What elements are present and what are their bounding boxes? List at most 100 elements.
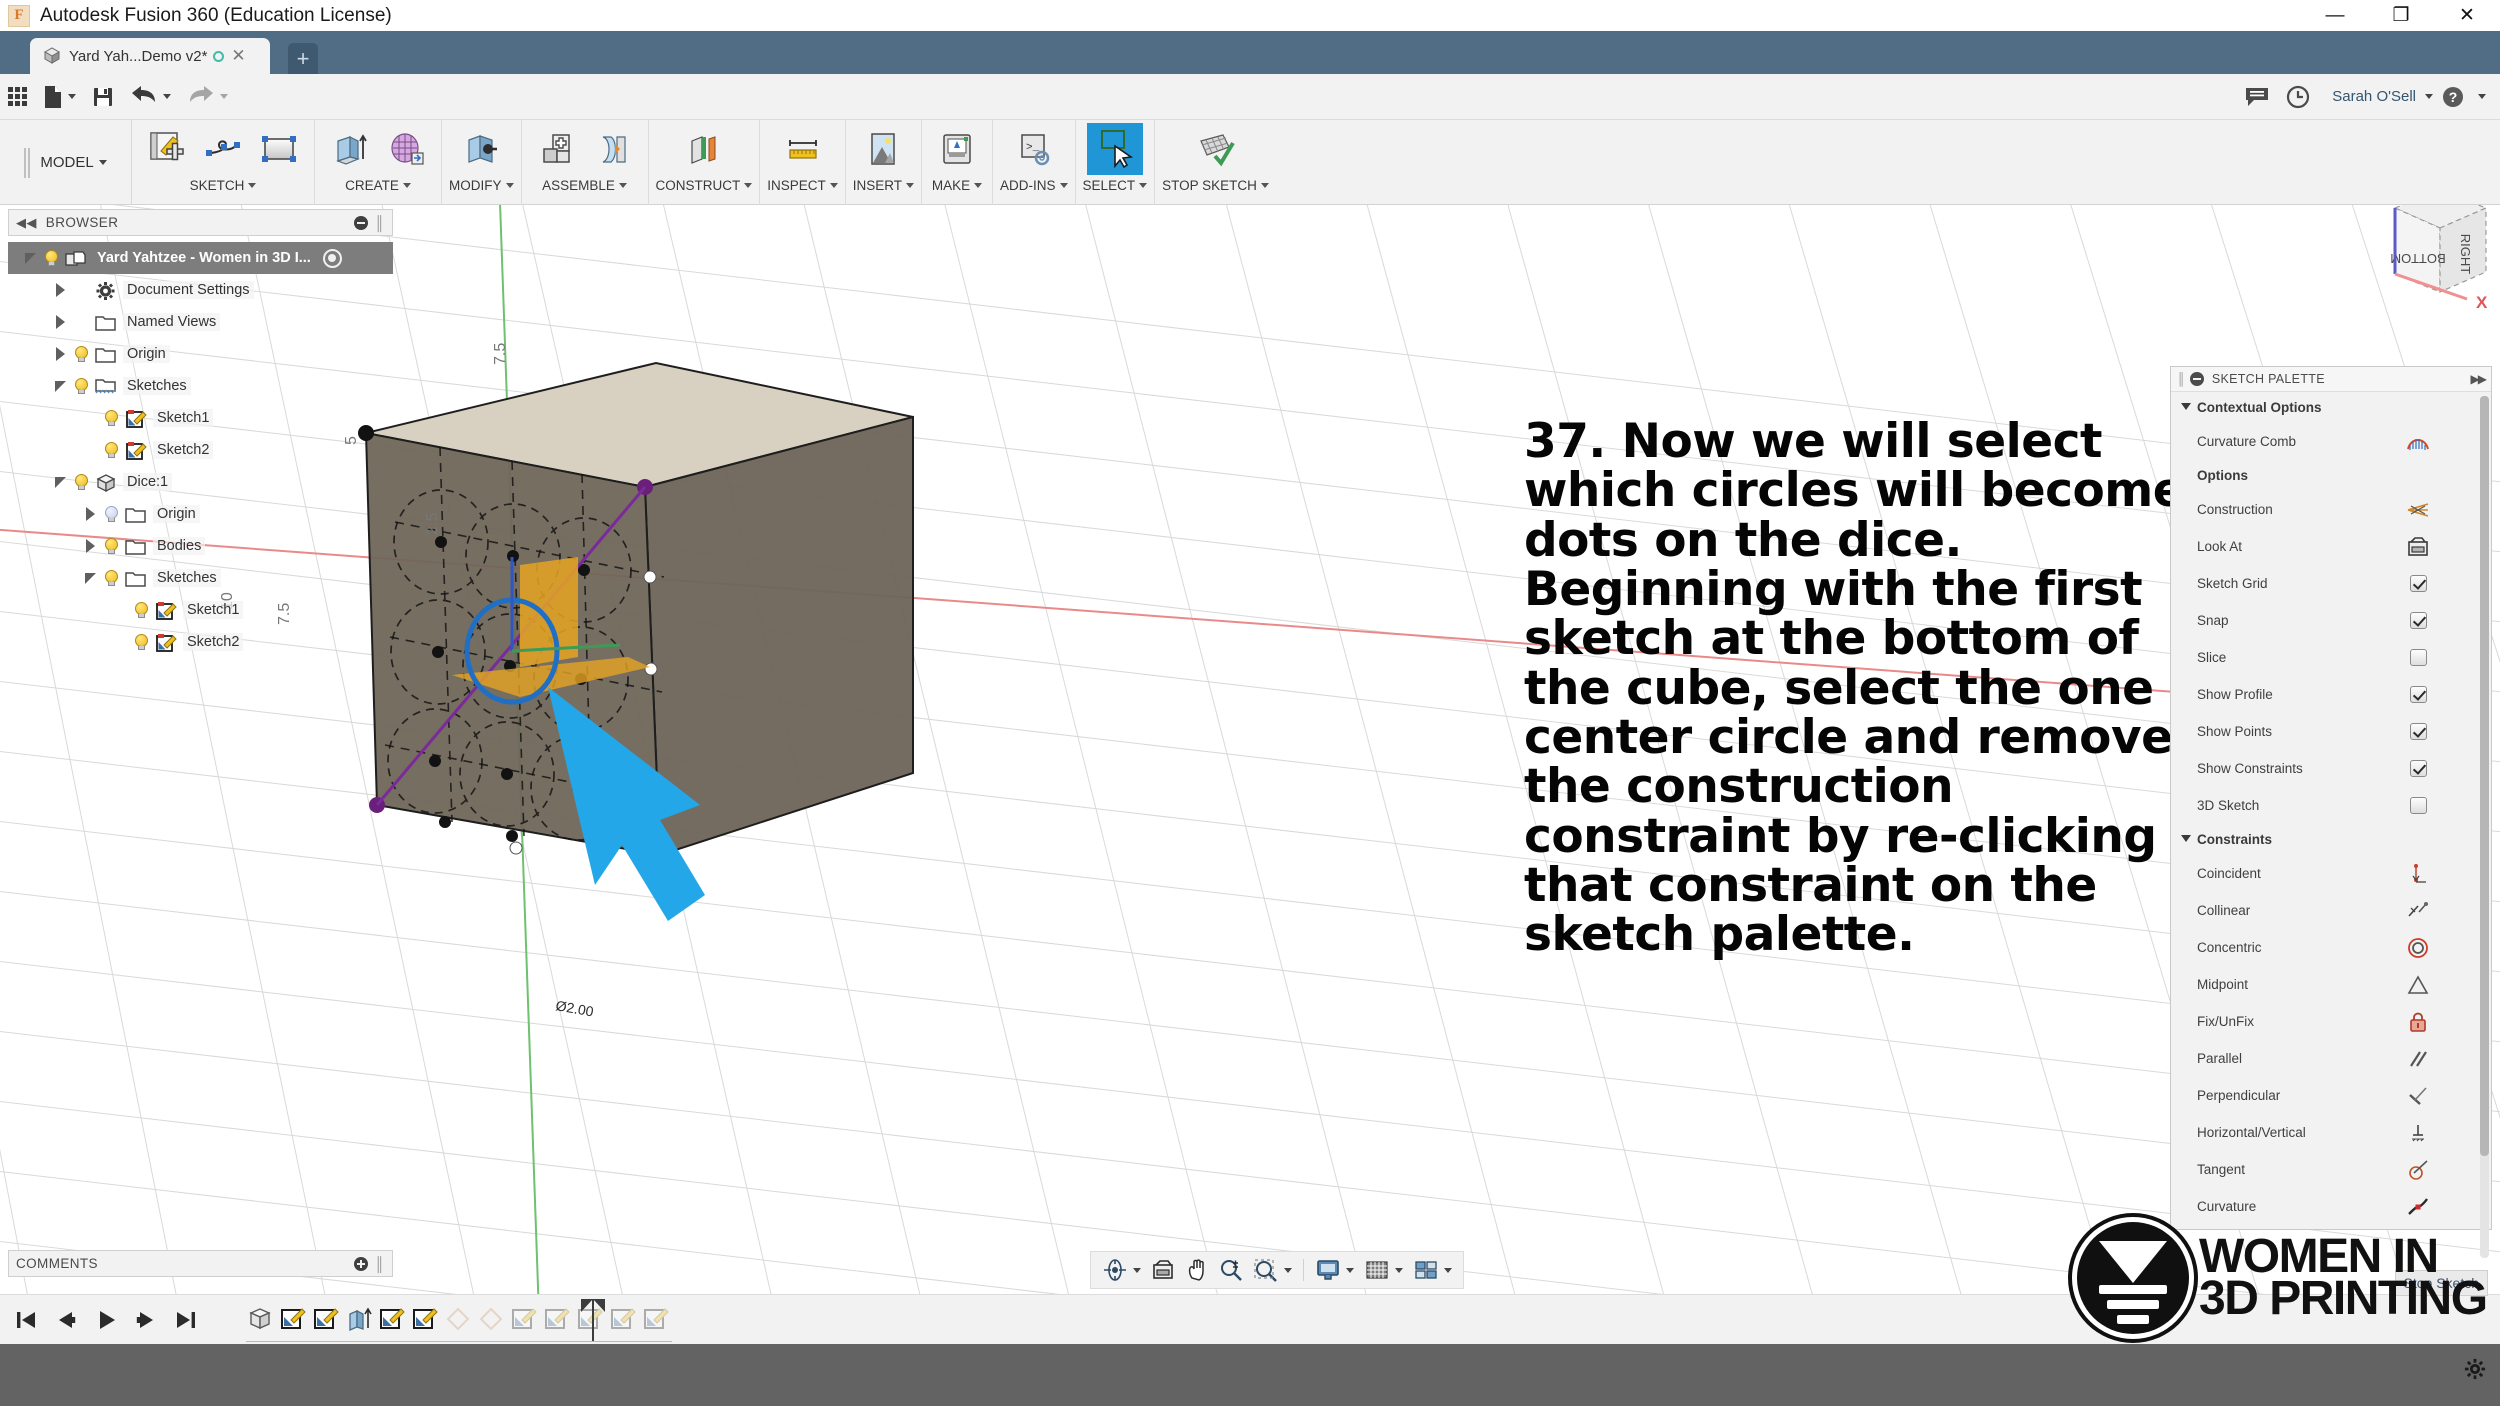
visibility-bulb-icon[interactable] [103,441,120,460]
timeline-feature-item[interactable] [279,1305,309,1335]
viewports-button[interactable] [1408,1255,1457,1285]
comments-button[interactable] [2236,74,2278,120]
chevron-right-icon[interactable] [52,314,69,331]
new-component-button[interactable] [529,123,585,175]
browser-tree-item[interactable]: Origin [8,338,393,370]
skip-to-start-icon[interactable] [14,1308,38,1332]
timeline-feature-item[interactable] [246,1305,276,1335]
pan-button[interactable] [1180,1255,1214,1285]
palette-option-row[interactable]: Curvature [2171,1188,2491,1225]
minus-circle-icon[interactable] [2189,372,2204,386]
orbit-button[interactable] [1097,1255,1146,1285]
timeline-feature-item[interactable] [345,1305,375,1335]
insert-image-button[interactable] [855,123,911,175]
timeline-feature-item[interactable] [312,1305,342,1335]
checkbox[interactable] [2399,649,2437,666]
lock-icon[interactable] [2399,1011,2437,1033]
palette-option-row[interactable]: Curvature Comb [2171,423,2491,460]
ribbon-group-addins-label[interactable]: ADD-INS [1000,178,1068,193]
display-settings-button[interactable] [1310,1255,1359,1285]
rectangle-button[interactable] [251,123,307,175]
palette-option-row[interactable]: Fix/UnFix [2171,1003,2491,1040]
minimize-button[interactable]: — [2302,0,2368,31]
palette-option-row[interactable]: Show Profile [2171,676,2491,713]
workspace-selector[interactable]: MODEL [0,120,132,205]
curvature-comb-icon[interactable] [2399,432,2437,452]
close-button[interactable]: ✕ [2434,0,2500,31]
minus-circle-icon[interactable] [353,215,368,230]
palette-option-row[interactable]: Slice [2171,639,2491,676]
chevron-down-icon[interactable] [2425,94,2433,99]
grid-snaps-button[interactable] [1359,1255,1408,1285]
collinear-icon[interactable] [2399,900,2437,922]
visibility-bulb-icon[interactable] [133,633,150,652]
play-icon[interactable] [94,1308,118,1332]
zoom-button[interactable] [1214,1255,1248,1285]
browser-tree-item[interactable]: Sketch2 [8,626,393,658]
comments-panel[interactable]: COMMENTS ║ [8,1250,393,1277]
app-grid-button[interactable] [0,74,35,120]
palette-option-row[interactable]: Tangent [2171,1151,2491,1188]
file-menu-button[interactable] [35,74,84,120]
visibility-bulb-icon[interactable] [73,345,90,364]
browser-tree-item[interactable]: Origin [8,498,393,530]
scripts-addins-button[interactable]: >_ [1006,123,1062,175]
curvature-icon[interactable] [2399,1196,2437,1218]
extrude-button[interactable] [322,123,378,175]
chevron-down-icon[interactable] [52,474,69,491]
palette-option-row[interactable]: Collinear [2171,892,2491,929]
timeline-feature-item[interactable] [477,1305,507,1335]
ribbon-group-insert-label[interactable]: INSERT [853,178,915,193]
select-button[interactable] [1086,123,1143,175]
ribbon-group-modify-label[interactable]: MODIFY [449,178,514,193]
coincident-icon[interactable] [2399,863,2437,885]
visibility-bulb-icon[interactable] [103,537,120,556]
browser-tree-item[interactable]: Bodies [8,530,393,562]
timeline-feature-item[interactable] [510,1305,540,1335]
visibility-bulb-icon[interactable] [43,249,60,268]
plus-circle-icon[interactable] [353,1256,368,1271]
spline-button[interactable] [195,123,251,175]
palette-option-row[interactable]: Look At [2171,528,2491,565]
step-back-icon[interactable] [54,1308,78,1332]
collapse-icon[interactable]: ◀◀ [16,215,37,231]
palette-section-header[interactable]: Options [2171,460,2491,491]
palette-option-row[interactable]: Show Points [2171,713,2491,750]
checkbox[interactable] [2399,723,2437,740]
timeline-features[interactable] [246,1305,672,1342]
gear-icon[interactable] [2464,1358,2486,1380]
document-tab[interactable]: Yard Yah...Demo v2* ✕ [30,38,270,74]
timeline-feature-item[interactable] [543,1305,573,1335]
maximize-button[interactable]: ❐ [2368,0,2434,31]
look-at-button[interactable] [1146,1255,1180,1285]
ribbon-group-create-label[interactable]: CREATE [345,178,411,193]
help-button[interactable]: ? [2433,74,2473,120]
ribbon-group-inspect-label[interactable]: INSPECT [767,178,838,193]
redo-button[interactable] [179,74,236,120]
joint-button[interactable] [585,123,641,175]
checkbox[interactable] [2399,612,2437,629]
browser-tree-item[interactable]: Named Views [8,306,393,338]
palette-option-row[interactable]: Midpoint [2171,966,2491,1003]
browser-tree[interactable]: Yard Yahtzee - Women in 3D I... Document … [8,236,393,658]
palette-option-row[interactable]: Concentric [2171,929,2491,966]
browser-tree-item[interactable]: Sketch1 [8,402,393,434]
visibility-bulb-icon[interactable] [103,505,120,524]
horizontal-vertical-icon[interactable] [2399,1122,2437,1144]
checkbox[interactable] [2399,797,2437,814]
checkbox[interactable] [2399,575,2437,592]
palette-option-row[interactable]: Show Constraints [2171,750,2491,787]
timeline-feature-item[interactable] [444,1305,474,1335]
new-tab-button[interactable]: + [288,43,318,74]
ribbon-group-make-label[interactable]: MAKE [932,178,983,193]
ribbon-group-stop-sketch-label[interactable]: STOP SKETCH [1162,178,1269,193]
panel-grip[interactable]: ║ [2177,372,2186,386]
browser-tree-item[interactable]: Dice:1 [8,466,393,498]
timeline-feature-item[interactable] [411,1305,441,1335]
expand-icon[interactable]: ▶▶ [2471,372,2488,386]
palette-option-row[interactable]: Parallel [2171,1040,2491,1077]
ribbon-group-sketch-label[interactable]: SKETCH [190,178,257,193]
create-sketch-button[interactable] [139,123,195,175]
visibility-bulb-icon[interactable] [103,569,120,588]
ribbon-group-select-label[interactable]: SELECT [1083,178,1148,193]
